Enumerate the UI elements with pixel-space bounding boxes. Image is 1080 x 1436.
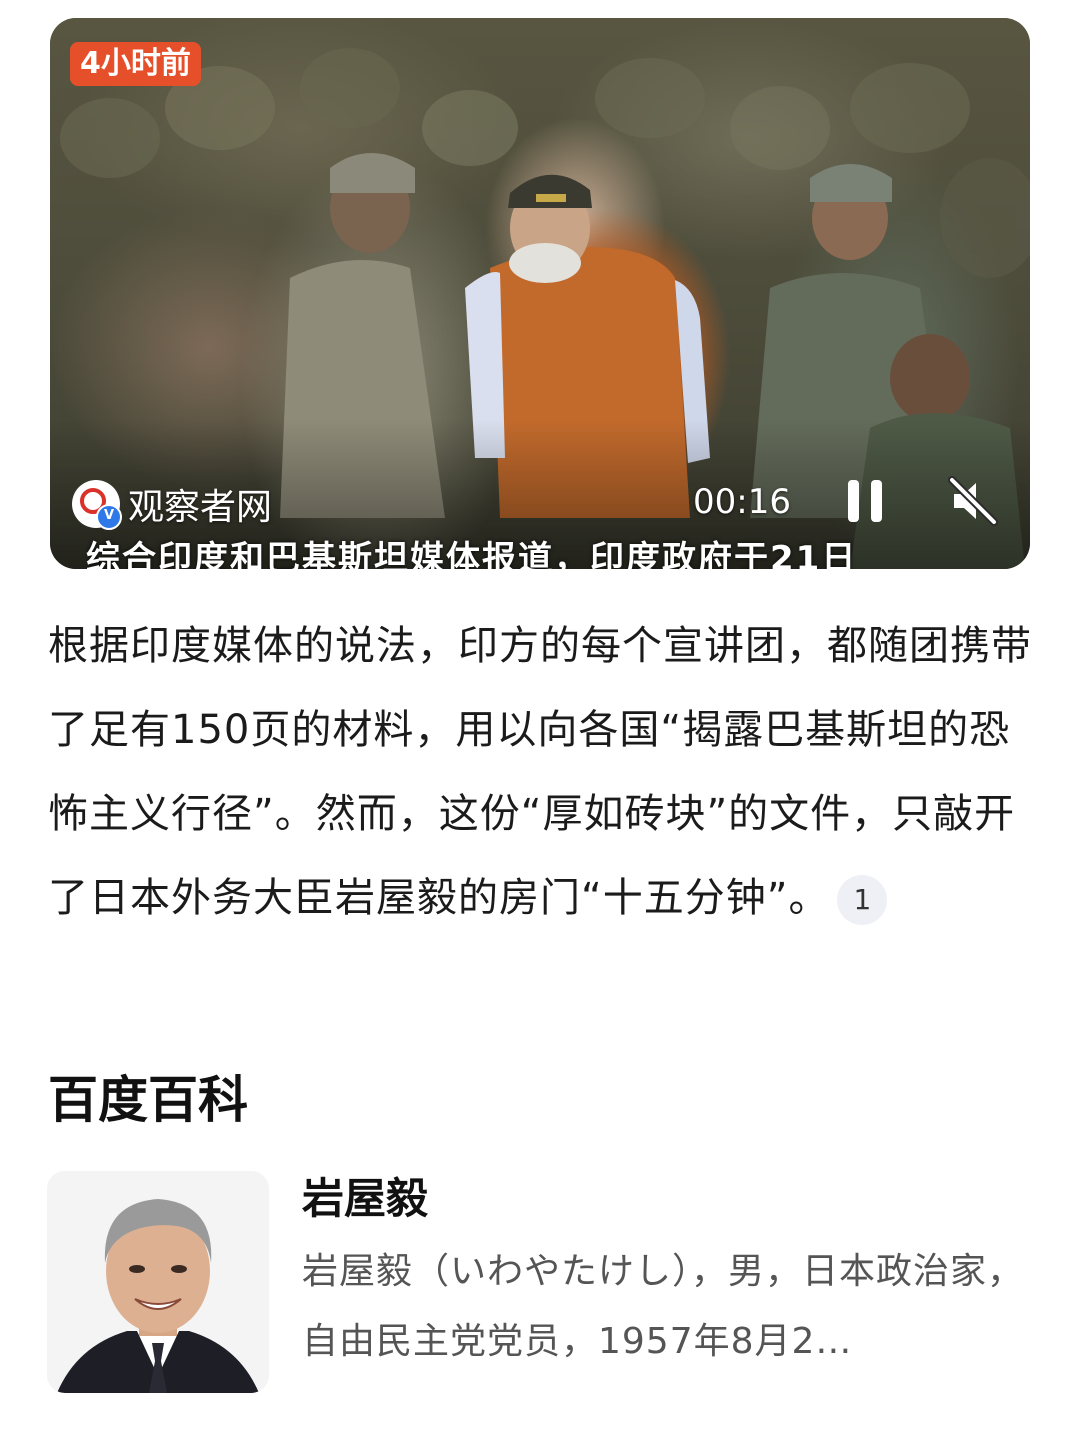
entry-portrait[interactable] xyxy=(47,1171,269,1393)
portrait-image xyxy=(47,1171,269,1393)
video-player[interactable]: 4小时前 V 观察者网 00:16 综合印度和巴基斯坦媒体报道，印度政府于21日 xyxy=(50,18,1030,569)
guancha-logo-icon: V xyxy=(72,480,122,530)
citation-marker[interactable]: 1 xyxy=(837,875,888,925)
verified-badge-icon: V xyxy=(96,504,122,530)
article-text: 根据印度媒体的说法，印方的每个宣讲团，都随团携带了足有150页的材料，用以向各国… xyxy=(48,623,1032,921)
pause-button[interactable] xyxy=(840,476,890,526)
article-paragraph: 根据印度媒体的说法，印方的每个宣讲团，都随团携带了足有150页的材料，用以向各国… xyxy=(48,604,1038,940)
page: 4小时前 V 观察者网 00:16 综合印度和巴基斯坦媒体报道，印度政府于21日 xyxy=(0,0,1080,1436)
video-caption: 综合印度和巴基斯坦媒体报道，印度政府于21日 xyxy=(86,539,858,569)
source-info[interactable]: V 观察者网 xyxy=(72,478,272,530)
time-ago-badge: 4小时前 xyxy=(70,42,201,86)
volume-muted-icon xyxy=(948,476,998,526)
entry-title[interactable]: 岩屋毅 xyxy=(302,1171,428,1227)
video-duration: 00:16 xyxy=(693,482,791,522)
pause-icon xyxy=(848,480,882,522)
source-name[interactable]: 观察者网 xyxy=(128,478,272,530)
section-title: 百度百科 xyxy=(48,1071,248,1129)
mute-button[interactable] xyxy=(946,474,1000,528)
baike-entry-card[interactable]: 岩屋毅 岩屋毅（いわやたけし），男，日本政治家，自由民主党党员，1957年8月2… xyxy=(47,1171,1037,1396)
entry-description: 岩屋毅（いわやたけし），男，日本政治家，自由民主党党员，1957年8月2… xyxy=(302,1251,1025,1362)
